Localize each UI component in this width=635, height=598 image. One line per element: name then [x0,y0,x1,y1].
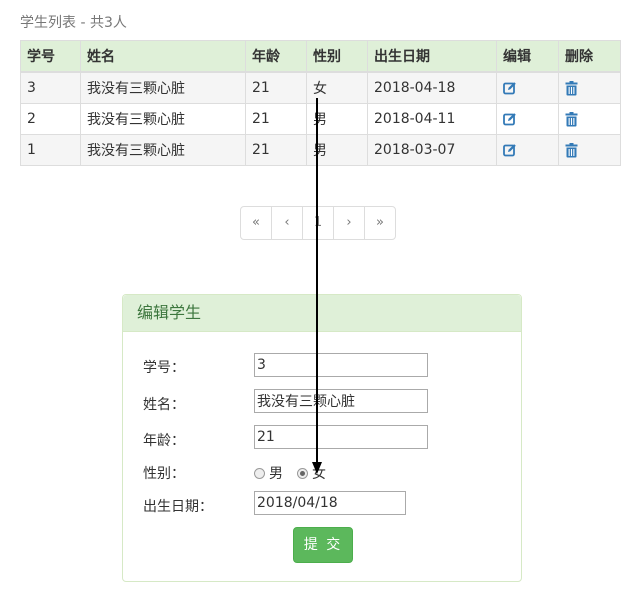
delete-cell [558,103,621,135]
trash-icon[interactable] [565,80,578,96]
cell-id: 3 [20,71,81,104]
page-1-button[interactable]: 1 [302,207,333,239]
table-header-row: 学号 姓名 年龄 性别 出生日期 编辑 删除 [20,40,621,73]
edit-cell [496,71,559,104]
cell-age: 21 [245,71,307,104]
edit-cell [496,134,559,166]
cell-gender: 男 [306,134,368,166]
header-gender: 性别 [306,40,368,73]
first-page-button[interactable]: « [241,207,271,239]
cell-name: 我没有三颗心脏 [80,71,246,104]
gender-male-radio[interactable] [254,467,265,479]
cell-age: 21 [245,103,307,135]
gender-female-label: 女 [312,466,326,482]
cell-name: 我没有三颗心脏 [80,134,246,166]
edit-icon[interactable] [503,81,517,95]
delete-cell [558,71,621,104]
cell-id: 1 [20,134,81,166]
edit-icon[interactable] [503,112,517,126]
next-page-button[interactable]: › [333,207,364,239]
trash-icon[interactable] [565,111,578,127]
edit-student-panel: 编辑学生 学号： 姓名： 年龄： 性别： 男 女 出生日期： 提 交 [122,294,522,582]
cell-birth-date: 2018-03-07 [367,134,497,166]
birth-date-label: 出生日期： [143,499,213,515]
table-row: 3 我没有三颗心脏 21 女 2018-04-18 [20,71,621,104]
edit-cell [496,103,559,135]
panel-title: 编辑学生 [123,295,521,332]
header-birth-date: 出生日期 [367,40,497,73]
gender-label: 性别： [143,466,185,482]
submit-button[interactable]: 提 交 [293,527,353,563]
name-input[interactable] [254,389,428,413]
birth-date-input[interactable] [254,491,406,515]
student-list-caption: 学生列表 - 共3人 [20,15,127,31]
id-label: 学号： [143,360,185,376]
header-delete: 删除 [558,40,621,73]
cell-birth-date: 2018-04-18 [367,71,497,104]
gender-male-label: 男 [269,466,283,482]
header-age: 年龄 [245,40,307,73]
cell-age: 21 [245,134,307,166]
name-label: 姓名： [143,397,185,413]
pagination: « ‹ 1 › » [240,206,396,240]
age-input[interactable] [254,425,428,449]
last-page-button[interactable]: » [364,207,395,239]
table-row: 1 我没有三颗心脏 21 男 2018-03-07 [20,134,621,166]
cell-name: 我没有三颗心脏 [80,103,246,135]
student-table: 学号 姓名 年龄 性别 出生日期 编辑 删除 3 我没有三颗心脏 21 女 20… [20,40,621,166]
cell-birth-date: 2018-04-11 [367,103,497,135]
edit-icon[interactable] [503,143,517,157]
id-input[interactable] [254,353,428,377]
table-row: 2 我没有三颗心脏 21 男 2018-04-11 [20,103,621,135]
header-name: 姓名 [80,40,246,73]
cell-gender: 男 [306,103,368,135]
delete-cell [558,134,621,166]
trash-icon[interactable] [565,142,578,158]
age-label: 年龄： [143,433,185,449]
cell-id: 2 [20,103,81,135]
cell-gender: 女 [306,71,368,104]
gender-female-radio[interactable] [297,467,308,479]
header-id: 学号 [20,40,81,73]
prev-page-button[interactable]: ‹ [271,207,302,239]
gender-radio-group: 男 女 [254,463,326,483]
header-edit: 编辑 [496,40,559,73]
